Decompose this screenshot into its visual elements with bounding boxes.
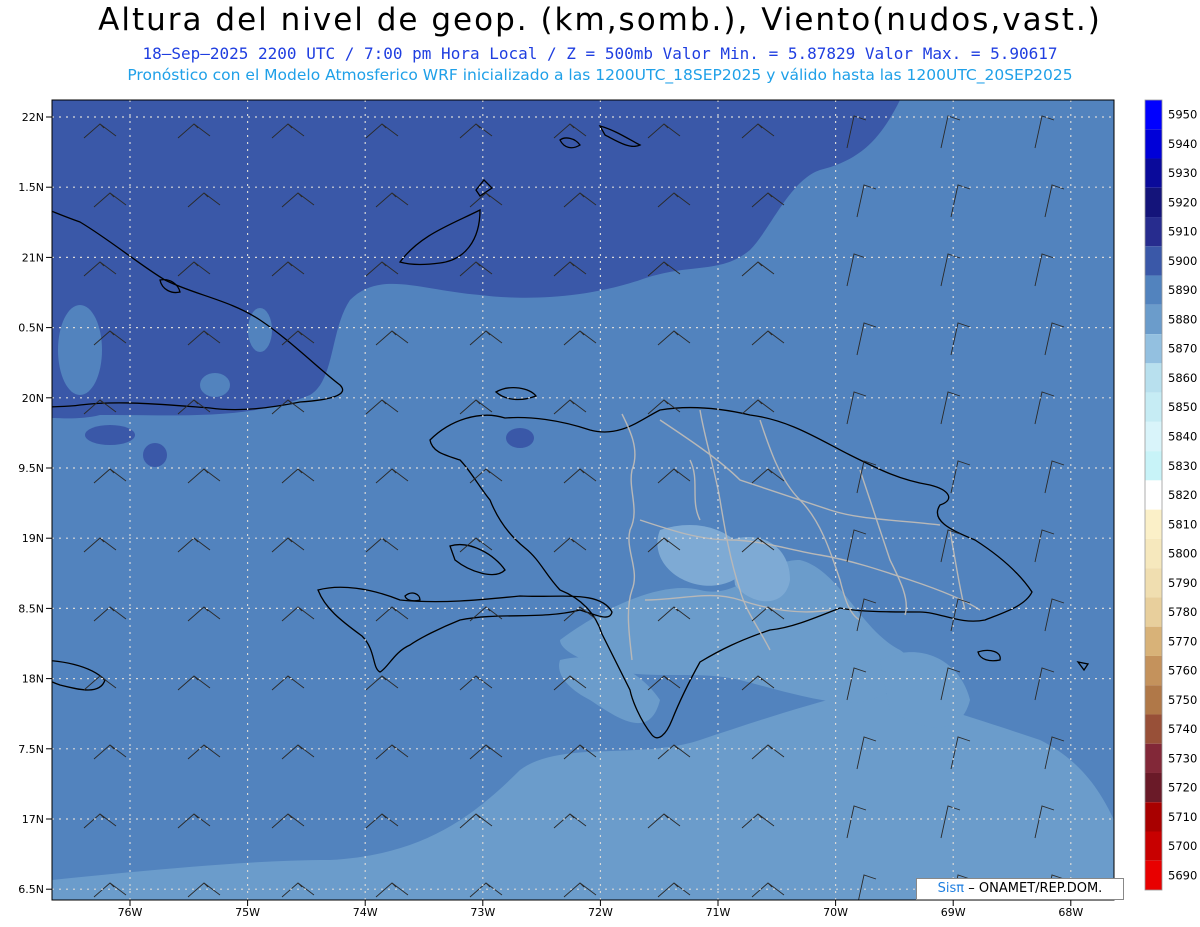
colorbar-swatch: [1145, 714, 1162, 744]
colorbar-swatch: [1145, 802, 1162, 832]
longitude-axis: 76W 75W 74W 73W 72W 71W 70W 69W 68W: [118, 900, 1083, 919]
lat-label: 1.5N: [18, 181, 44, 194]
colorbar-label: 5760: [1168, 664, 1197, 678]
colorbar-swatch: [1145, 743, 1162, 773]
colorbar-swatch: [1145, 451, 1162, 481]
colorbar-label: 5720: [1168, 781, 1197, 795]
colorbar-label: 5940: [1168, 137, 1197, 151]
lon-label: 74W: [353, 906, 378, 919]
weather-map: 22N 1.5N 21N 0.5N 20N 9.5N 19N 8.5N 18N 7.5N 17N 6.…: [18, 99, 1197, 919]
shade-patch: [143, 443, 167, 467]
colorbar-swatch: [1145, 129, 1162, 159]
lat-label: 21N: [22, 251, 44, 264]
colorbar-swatch: [1145, 158, 1162, 188]
colorbar-label: 5860: [1168, 371, 1197, 385]
colorbar-label: 5710: [1168, 810, 1197, 824]
colorbar-label: 5740: [1168, 722, 1197, 736]
lat-label: 7.5N: [18, 743, 44, 756]
colorbar-swatch: [1145, 509, 1162, 539]
lon-label: 71W: [706, 906, 731, 919]
colorbar-swatch: [1145, 480, 1162, 510]
colorbar-label: 5850: [1168, 400, 1197, 414]
lat-label: 20N: [22, 392, 44, 405]
colorbar-swatch: [1145, 217, 1162, 247]
colorbar-swatch: [1145, 831, 1162, 861]
colorbar-swatch: [1145, 421, 1162, 452]
colorbar-label: 5750: [1168, 693, 1197, 707]
colorbar-label: 5840: [1168, 429, 1197, 443]
colorbar-swatch: [1145, 363, 1162, 393]
colorbar-swatch: [1145, 187, 1162, 218]
colorbar-label: 5800: [1168, 547, 1197, 561]
credit-box: Sisπ – ONAMET/REP.DOM.: [916, 878, 1124, 900]
colorbar-swatch: [1145, 334, 1162, 364]
lat-label: 22N: [22, 111, 44, 124]
colorbar-label: 5900: [1168, 254, 1197, 268]
colorbar-swatch: [1145, 100, 1162, 130]
colorbar-label: 5950: [1168, 108, 1197, 122]
lon-label: 68W: [1058, 906, 1083, 919]
colorbar-label: 5880: [1168, 312, 1197, 326]
lat-label: 18N: [22, 673, 44, 686]
shade-patch: [506, 428, 534, 448]
colorbar-label: 5780: [1168, 605, 1197, 619]
credit-text: – ONAMET/REP.DOM.: [968, 881, 1103, 896]
lon-label: 70W: [823, 906, 848, 919]
colorbar-swatch: [1145, 772, 1162, 803]
colorbar-label: 5700: [1168, 839, 1197, 853]
colorbar-swatch: [1145, 246, 1162, 276]
colorbar-label: 5890: [1168, 283, 1197, 297]
lon-label: 72W: [588, 906, 613, 919]
colorbar-swatch: [1145, 655, 1162, 686]
lon-label: 73W: [470, 906, 495, 919]
colorbar-label: 5770: [1168, 634, 1197, 648]
colorbar-label: 5910: [1168, 225, 1197, 239]
lat-label: 19N: [22, 532, 44, 545]
map-subtitle-model: Pronóstico con el Modelo Atmosferico WRF…: [127, 66, 1073, 84]
lat-label: 17N: [22, 813, 44, 826]
lat-label: 6.5N: [18, 883, 44, 896]
colorbar-swatch: [1145, 275, 1162, 305]
shade-patch: [85, 425, 135, 445]
colorbar-swatch: [1145, 538, 1162, 569]
latitude-axis: 22N 1.5N 21N 0.5N 20N 9.5N 19N 8.5N 18N 7.5N 17N 6.…: [18, 111, 52, 896]
colorbar-swatch: [1145, 568, 1162, 598]
colorbar: 5950 5940 5930 5920 5910 5900 5890 5880 5870 5860…: [1144, 99, 1197, 891]
colorbar-swatch: [1145, 304, 1162, 335]
colorbar-label: 5870: [1168, 342, 1197, 356]
colorbar-label: 5690: [1168, 868, 1197, 882]
colorbar-label: 5930: [1168, 166, 1197, 180]
lon-label: 69W: [941, 906, 966, 919]
colorbar-swatch: [1145, 626, 1162, 656]
geopotential-shading: [52, 100, 1114, 900]
lat-label: 0.5N: [18, 322, 44, 335]
colorbar-swatch: [1145, 860, 1162, 891]
credit-logo: Sisπ: [937, 881, 965, 896]
shade-patch: [200, 373, 230, 397]
colorbar-label: 5920: [1168, 195, 1197, 209]
lon-label: 76W: [118, 906, 143, 919]
colorbar-swatch: [1145, 392, 1162, 422]
colorbar-label: 5810: [1168, 517, 1197, 531]
map-title: Altura del nivel de geop. (km,somb.), Vi…: [98, 2, 1102, 38]
colorbar-swatch: [1145, 597, 1162, 627]
map-subtitle-time: 18–Sep–2025 2200 UTC / 7:00 pm Hora Loca…: [142, 44, 1058, 63]
colorbar-label: 5790: [1168, 576, 1197, 590]
colorbar-label: 5730: [1168, 751, 1197, 765]
lat-label: 9.5N: [18, 462, 44, 475]
colorbar-label: 5830: [1168, 459, 1197, 473]
lon-label: 75W: [235, 906, 260, 919]
shade-patch: [58, 305, 102, 395]
lat-label: 8.5N: [18, 602, 44, 615]
colorbar-label: 5820: [1168, 488, 1197, 502]
colorbar-swatch: [1145, 685, 1162, 715]
